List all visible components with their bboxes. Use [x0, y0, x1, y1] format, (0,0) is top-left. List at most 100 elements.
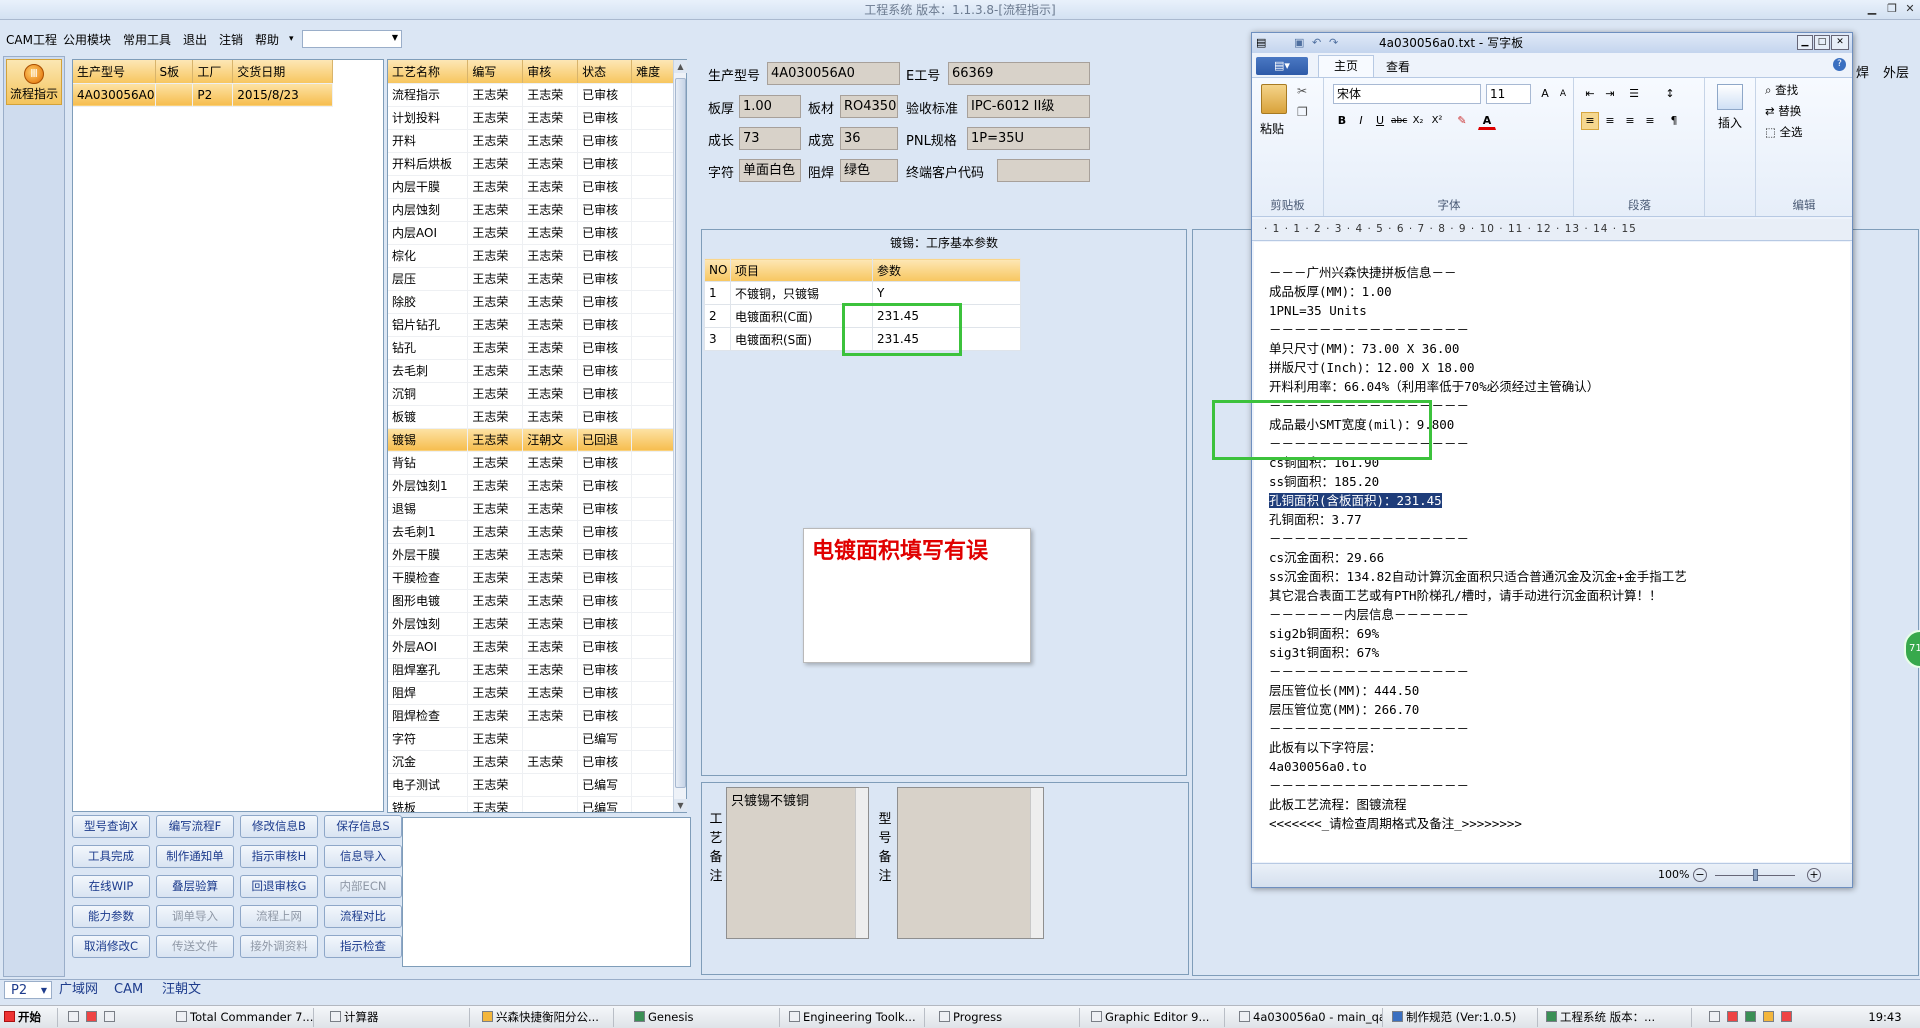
table-row[interactable]: 外层干膜 王志荣 王志荣 已审核 [388, 543, 674, 567]
zoom-in-icon[interactable]: + [1807, 868, 1821, 882]
action-button[interactable]: 叠层验算 [156, 875, 234, 898]
scroll-thumb[interactable] [675, 78, 686, 788]
table-row[interactable]: 字符 王志荣 已编写 [388, 727, 674, 751]
action-button[interactable]: 调单导入 [156, 905, 234, 928]
action-button[interactable]: 指示检查 [324, 935, 402, 958]
table-row[interactable]: 干膜检查 王志荣 王志荣 已审核 [388, 566, 674, 590]
process-col-writer[interactable]: 编写 [467, 60, 524, 84]
picture-icon[interactable] [1717, 84, 1743, 110]
action-button[interactable]: 型号查询X [72, 815, 150, 838]
taskbar-item[interactable]: Genesis [630, 1008, 780, 1027]
action-button[interactable]: 流程上网 [240, 905, 318, 928]
align-center-icon[interactable]: ≡ [1601, 112, 1619, 130]
close-button[interactable]: ✕ [1902, 1, 1918, 17]
table-row[interactable]: 铣板 王志荣 已编写 [388, 796, 674, 812]
remark-scrollbar[interactable] [1030, 788, 1043, 938]
mask-field[interactable]: 绿色 [840, 159, 898, 182]
system-tray[interactable] [1705, 1008, 1855, 1027]
scroll-down-icon[interactable]: ▼ [674, 799, 687, 812]
quick-launch[interactable] [64, 1008, 172, 1027]
paste-label[interactable]: 粘贴 [1260, 120, 1284, 137]
length-field[interactable]: 73 [739, 127, 801, 150]
line-spacing-icon[interactable]: ↕ [1661, 85, 1679, 103]
redo-icon[interactable]: ↷ [1329, 33, 1338, 53]
table-row[interactable]: 去毛刺 王志荣 王志荣 已审核 [388, 359, 674, 383]
table-row[interactable]: 层压 王志荣 王志荣 已审核 [388, 267, 674, 291]
right-tab-2[interactable]: 外层 [1883, 62, 1909, 81]
process-col-difficulty[interactable]: 难度 [631, 60, 674, 84]
table-row[interactable]: 流程指示 王志荣 王志荣 已审核 [388, 83, 674, 107]
table-row[interactable]: 内层蚀刻 王志荣 王志荣 已审核 [388, 198, 674, 222]
action-button[interactable]: 内部ECN [324, 875, 402, 898]
table-row[interactable]: 开料 王志荣 王志荣 已审核 [388, 129, 674, 153]
paragraph-icon[interactable]: ¶ [1665, 112, 1683, 130]
plating-cell-param[interactable]: Y [872, 281, 1021, 305]
action-button[interactable]: 在线WIP [72, 875, 150, 898]
wordpad-tab-view[interactable]: 查看 [1386, 58, 1410, 75]
flow-indicator-button[interactable]: Ⅲ 流程指示 [6, 59, 62, 105]
table-row[interactable]: 计划投料 王志荣 王志荣 已审核 [388, 106, 674, 130]
menu-tools[interactable]: 常用工具 [123, 31, 171, 48]
table-row[interactable]: 退锡 王志荣 王志荣 已审核 [388, 497, 674, 521]
process-col-status[interactable]: 状态 [577, 60, 633, 84]
table-row[interactable]: 沉铜 王志荣 王志荣 已审核 [388, 382, 674, 406]
cut-icon[interactable]: ✂ [1297, 84, 1307, 98]
taskbar-item[interactable]: Engineering Toolk... [785, 1008, 925, 1027]
table-row[interactable]: 板镀 王志荣 王志荣 已审核 [388, 405, 674, 429]
font-size-select[interactable]: 11 [1486, 84, 1531, 104]
replace-button[interactable]: ⇄ 替换 [1765, 103, 1801, 119]
action-button[interactable]: 传送文件 [156, 935, 234, 958]
menu-public[interactable]: 公用模块 [63, 31, 111, 48]
memo-box[interactable] [402, 817, 691, 967]
subscript-icon[interactable]: X₂ [1409, 112, 1427, 130]
table-row[interactable]: 电子测试 王志荣 已编写 [388, 773, 674, 797]
taskbar-item[interactable]: 4a030056a0 - main_qa [1235, 1008, 1383, 1027]
action-button[interactable]: 流程对比 [324, 905, 402, 928]
wordpad-minimize-button[interactable]: ▁ [1797, 35, 1813, 50]
menu-cam[interactable]: CAM工程 [6, 31, 57, 48]
taskbar-item[interactable]: Total Commander 7... [172, 1008, 314, 1027]
scroll-up-icon[interactable]: ▲ [674, 60, 687, 73]
highlight-icon[interactable]: ✎ [1453, 112, 1471, 130]
table-row[interactable]: 阻焊检查 王志荣 王志荣 已审核 [388, 704, 674, 728]
wordpad-document[interactable]: －－－广州兴森快捷拼板信息－－ 成品板厚(MM)：1.00 1PNL=35 Unit… [1254, 242, 1850, 862]
justify-icon[interactable]: ≡ [1641, 112, 1659, 130]
wordpad-close-button[interactable]: ✕ [1831, 35, 1849, 50]
order-col-date[interactable]: 交货日期 [232, 60, 333, 84]
table-row[interactable]: 去毛刺1 王志荣 王志荣 已审核 [388, 520, 674, 544]
insert-label[interactable]: 插入 [1718, 114, 1742, 131]
grow-font-icon[interactable]: A [1536, 85, 1554, 103]
model-remark-field[interactable] [897, 787, 1044, 939]
minimize-button[interactable]: ▁ [1864, 1, 1880, 17]
align-left-icon[interactable]: ≡ [1581, 112, 1599, 130]
action-button[interactable]: 工具完成 [72, 845, 150, 868]
action-button[interactable]: 制作通知单 [156, 845, 234, 868]
paste-icon[interactable] [1261, 84, 1287, 114]
table-row[interactable]: 内层干膜 王志荣 王志荣 已审核 [388, 175, 674, 199]
strikethrough-icon[interactable]: abc [1390, 112, 1408, 130]
taskbar-item[interactable]: Progress [935, 1008, 1080, 1027]
menu-logout[interactable]: 注销 [219, 31, 243, 48]
action-button[interactable]: 修改信息B [240, 815, 318, 838]
order-col-factory[interactable]: 工厂 [192, 60, 234, 84]
tab-user[interactable]: 汪朝文 [162, 981, 201, 999]
table-row[interactable]: 外层蚀刻1 王志荣 王志荣 已审核 [388, 474, 674, 498]
pnl-field[interactable]: 1P=35U [967, 127, 1090, 150]
action-button[interactable]: 取消修改C [72, 935, 150, 958]
underline-icon[interactable]: U [1371, 112, 1389, 130]
eno-field[interactable]: 66369 [948, 62, 1090, 85]
wordpad-tab-home[interactable]: 主页 [1318, 55, 1374, 77]
taskbar-item[interactable]: 制作规范 (Ver:1.0.5) [1388, 1008, 1538, 1027]
zoom-slider-thumb[interactable] [1753, 869, 1758, 881]
standard-field[interactable]: IPC-6012 II级 [967, 95, 1090, 118]
action-button[interactable]: 指示审核H [240, 845, 318, 868]
menu-help[interactable]: 帮助 [255, 31, 279, 48]
find-button[interactable]: ⌕ 查找 [1765, 82, 1798, 98]
process-col-name[interactable]: 工艺名称 [388, 60, 469, 84]
width-field[interactable]: 36 [840, 127, 898, 150]
thickness-field[interactable]: 1.00 [739, 95, 801, 118]
taskbar-item[interactable]: Graphic Editor 9... [1087, 1008, 1225, 1027]
zoom-out-icon[interactable]: − [1693, 868, 1707, 882]
table-row[interactable]: 沉金 王志荣 王志荣 已审核 [388, 750, 674, 774]
table-row[interactable]: 内层AOI 王志荣 王志荣 已审核 [388, 221, 674, 245]
